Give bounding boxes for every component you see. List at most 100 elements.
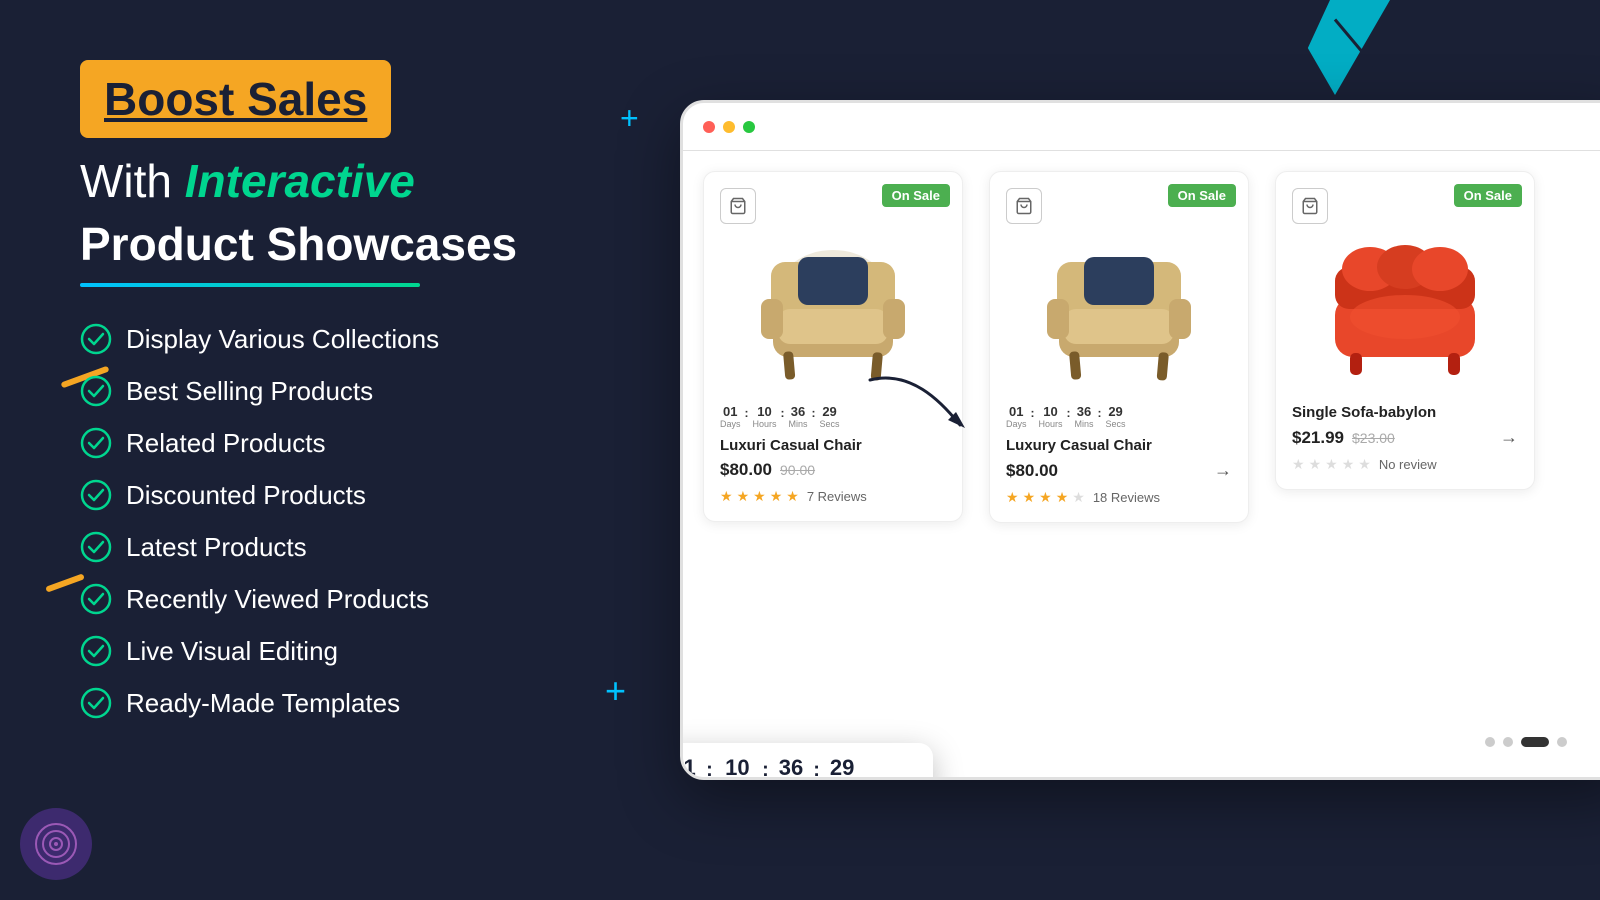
cart-icon-3[interactable]: [1292, 188, 1328, 224]
left-panel: Boost Sales With Interactive Product Sho…: [80, 60, 660, 739]
browser-content: On Sale: [683, 151, 1600, 777]
feature-label-2: Best Selling Products: [126, 376, 373, 407]
browser-dot-green: [743, 121, 755, 133]
stars-row-2: ★ ★ ★ ★ ★ 18 Reviews: [1006, 489, 1232, 506]
timer-days-popup: 01 Days: [683, 757, 696, 777]
review-count-1: 7 Reviews: [807, 489, 867, 504]
feature-item-1: Display Various Collections: [80, 323, 660, 355]
timer-mins-popup: 36 Mins: [779, 757, 803, 777]
review-count-3: No review: [1379, 457, 1437, 472]
feature-label-3: Related Products: [126, 428, 325, 459]
headline-with: With: [80, 155, 172, 207]
headline-interactive: Interactive: [185, 155, 415, 207]
headline-line2: Product Showcases: [80, 217, 660, 271]
product-name-3: Single Sofa-babylon: [1292, 404, 1518, 421]
deco-dash-2: [45, 573, 85, 592]
on-sale-badge-2: On Sale: [1168, 184, 1236, 207]
price-old-3: $23.00: [1352, 430, 1395, 446]
right-panel: On Sale: [640, 60, 1600, 840]
dot-1[interactable]: [1485, 737, 1495, 747]
boost-badge: Boost Sales: [80, 60, 391, 138]
timer-hours-sm: 10 Hours: [753, 404, 777, 429]
check-icon-8: [80, 687, 112, 719]
countdown-popup: 01 Days : 10 Hours : 36 Mins : 2: [683, 743, 933, 777]
deco-triangle-dark: [1270, 0, 1330, 65]
cart-svg-1: [729, 197, 747, 215]
feature-label-1: Display Various Collections: [126, 324, 439, 355]
curved-arrow: [860, 360, 980, 445]
browser-dot-yellow: [723, 121, 735, 133]
check-icon-4: [80, 479, 112, 511]
price-row-2: $80.00 →: [1006, 460, 1232, 481]
feature-label-7: Live Visual Editing: [126, 636, 338, 667]
review-count-2: 18 Reviews: [1093, 490, 1160, 505]
boost-badge-text: Boost Sales: [104, 73, 367, 125]
price-row-3: $21.99 $23.00 →: [1292, 427, 1518, 448]
price-current-1: $80.00: [720, 460, 772, 480]
star-1-2: ★: [737, 488, 750, 505]
timer-mins-sm: 36 Mins: [789, 404, 808, 429]
cart-icon-2[interactable]: [1006, 188, 1042, 224]
star-1-5: ★: [786, 488, 799, 505]
check-icon-5: [80, 531, 112, 563]
feature-item-3: Related Products: [80, 427, 660, 459]
feature-item-2: Best Selling Products: [80, 375, 660, 407]
timer-secs-popup: 29 Secs: [830, 757, 854, 777]
check-icon-1: [80, 323, 112, 355]
feature-list: Display Various Collections Best Selling…: [80, 323, 660, 719]
feature-label-4: Discounted Products: [126, 480, 366, 511]
product-card-1[interactable]: On Sale: [703, 171, 963, 522]
feature-label-6: Recently Viewed Products: [126, 584, 429, 615]
dot-4[interactable]: [1557, 737, 1567, 747]
price-old-1: 90.00: [780, 462, 815, 478]
product-name-2: Luxury Casual Chair: [1006, 437, 1232, 454]
feature-label-8: Ready-Made Templates: [126, 688, 400, 719]
price-current-2: $80.00: [1006, 461, 1058, 481]
product-card-2[interactable]: On Sale: [989, 171, 1249, 523]
pagination-dots: [1485, 737, 1567, 747]
product-image-2: [1006, 232, 1232, 392]
on-sale-badge-1: On Sale: [882, 184, 950, 207]
browser-top-bar: [683, 103, 1600, 151]
cart-svg-2: [1015, 197, 1033, 215]
countdown-small-2: 01 Days : 10 Hours : 36 Mins: [1006, 404, 1232, 429]
logo-icon: [34, 822, 78, 866]
feature-item-4: Discounted Products: [80, 479, 660, 511]
check-icon-7: [80, 635, 112, 667]
browser-dot-red: [703, 121, 715, 133]
product-card-2-wrapper: On Sale: [989, 171, 1249, 757]
feature-label-5: Latest Products: [126, 532, 307, 563]
dot-3-active[interactable]: [1521, 737, 1549, 747]
check-icon-2: [80, 375, 112, 407]
logo-circle: [20, 808, 92, 880]
stars-row-1: ★ ★ ★ ★ ★ 7 Reviews: [720, 488, 946, 505]
star-1-4: ★: [770, 488, 783, 505]
stars-row-3: ★ ★ ★ ★ ★ No review: [1292, 456, 1518, 473]
cart-icon-1[interactable]: [720, 188, 756, 224]
cart-svg-3: [1301, 197, 1319, 215]
timer-secs-sm: 29 Secs: [820, 404, 840, 429]
headline: With Interactive: [80, 154, 660, 209]
on-sale-badge-3: On Sale: [1454, 184, 1522, 207]
sofa-red-svg: [1315, 237, 1495, 387]
feature-item-5: Latest Products: [80, 531, 660, 563]
product-image-3: [1292, 232, 1518, 392]
check-icon-6: [80, 583, 112, 615]
feature-item-6: Recently Viewed Products: [80, 583, 660, 615]
arrow-right-2: →: [1214, 460, 1232, 481]
star-1-1: ★: [720, 488, 733, 505]
price-current-3: $21.99: [1292, 428, 1344, 448]
arrow-right-3: →: [1500, 427, 1518, 448]
arrow-svg: [860, 360, 980, 440]
dot-2[interactable]: [1503, 737, 1513, 747]
headline-underline: [80, 283, 420, 287]
feature-item-8: Ready-Made Templates: [80, 687, 660, 719]
timer-days-sm: 01 Days: [720, 404, 741, 429]
product-card-3[interactable]: On Sale: [1275, 171, 1535, 490]
check-icon-3: [80, 427, 112, 459]
product-card-1-wrapper: On Sale: [703, 171, 963, 757]
feature-item-7: Live Visual Editing: [80, 635, 660, 667]
product-card-3-wrapper: On Sale: [1275, 171, 1535, 757]
browser-frame: On Sale: [680, 100, 1600, 780]
price-row-1: $80.00 90.00: [720, 460, 946, 480]
